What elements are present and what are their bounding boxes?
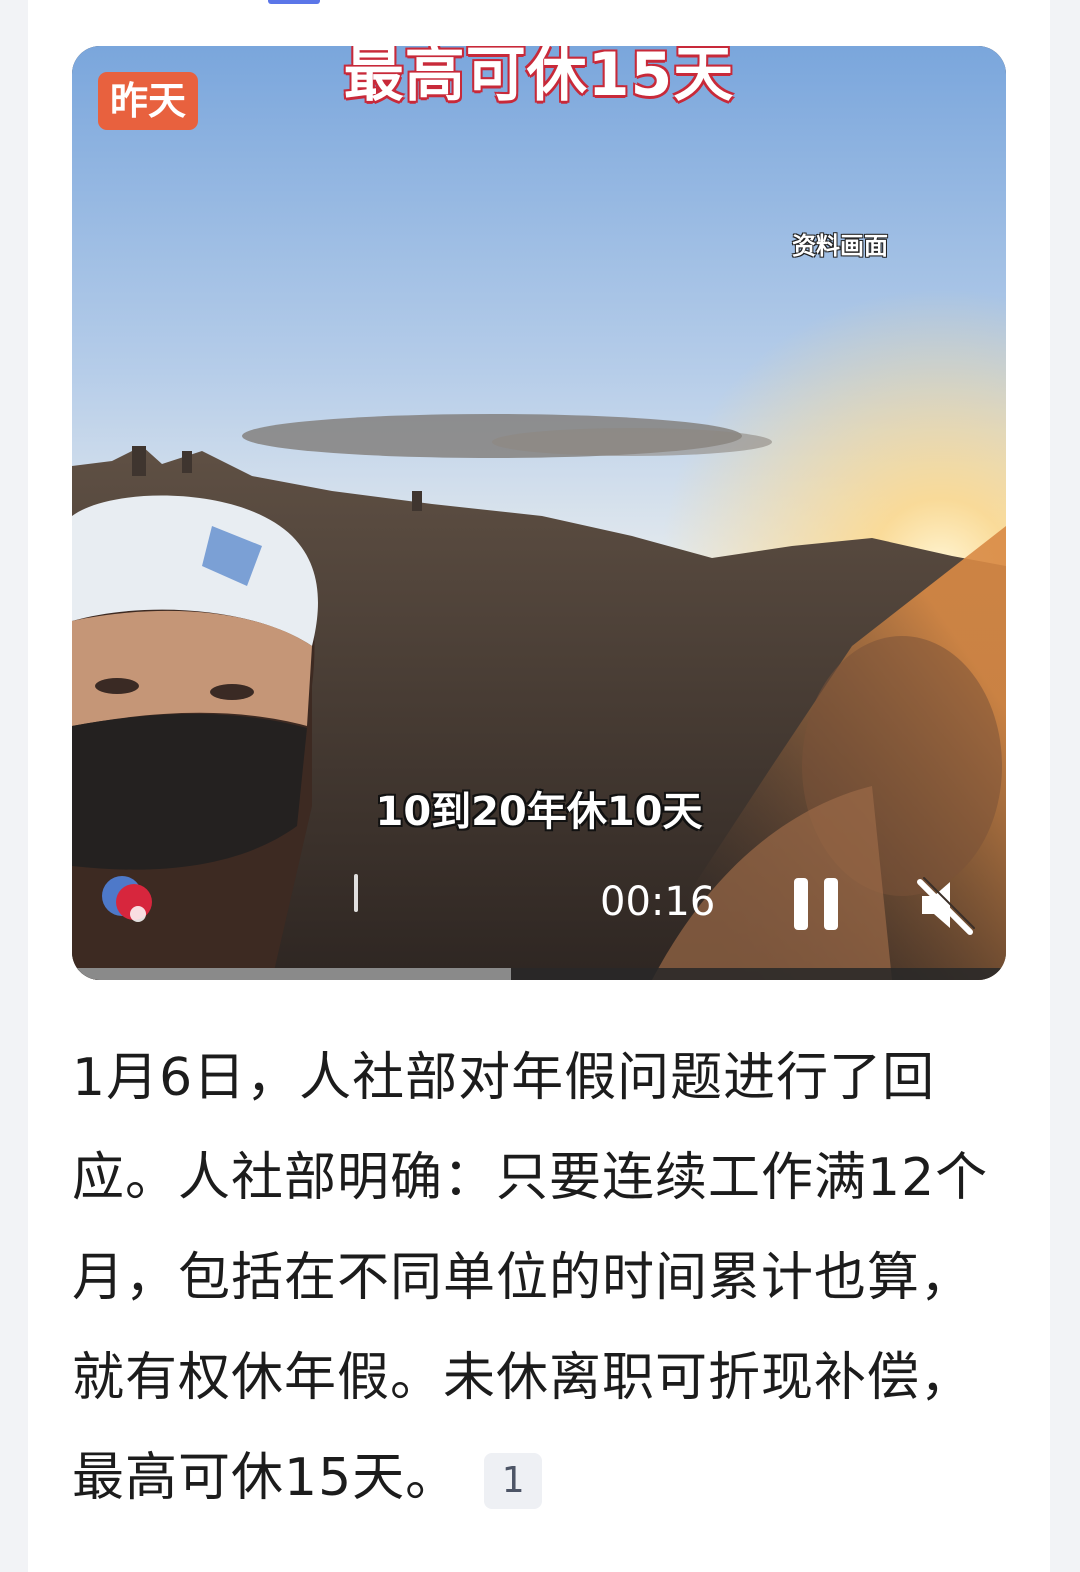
progress-bar[interactable]	[72, 968, 1006, 980]
video-frame	[72, 46, 1006, 980]
channel-logo-icon[interactable]	[98, 868, 158, 928]
pause-icon[interactable]	[790, 874, 844, 934]
article-text: 1月6日，人社部对年假问题进行了回应。人社部明确：只要连续工作满12个月，包括在…	[72, 1028, 1002, 1528]
video-player[interactable]: 昨天 最高可休15天 资料画面 10到20年休10天 00:16	[72, 46, 1006, 980]
video-overlay-title: 最高可休15天	[343, 46, 735, 110]
source-tag: 资料画面	[792, 232, 888, 260]
volume-muted-icon[interactable]	[914, 874, 976, 936]
playback-marker	[354, 874, 358, 912]
article-body: 1月6日，人社部对年假问题进行了回应。人社部明确：只要连续工作满12个月，包括在…	[72, 1048, 989, 1508]
progress-fill	[72, 968, 511, 980]
reference-badge[interactable]: 1	[484, 1453, 543, 1509]
playback-time: 00:16	[600, 879, 716, 925]
feed-card: 昨天 最高可休15天 资料画面 10到20年休10天 00:16 1月6日，人社…	[28, 0, 1050, 1572]
video-subtitle: 10到20年休10天	[375, 789, 703, 835]
top-accent-strip	[268, 0, 320, 4]
